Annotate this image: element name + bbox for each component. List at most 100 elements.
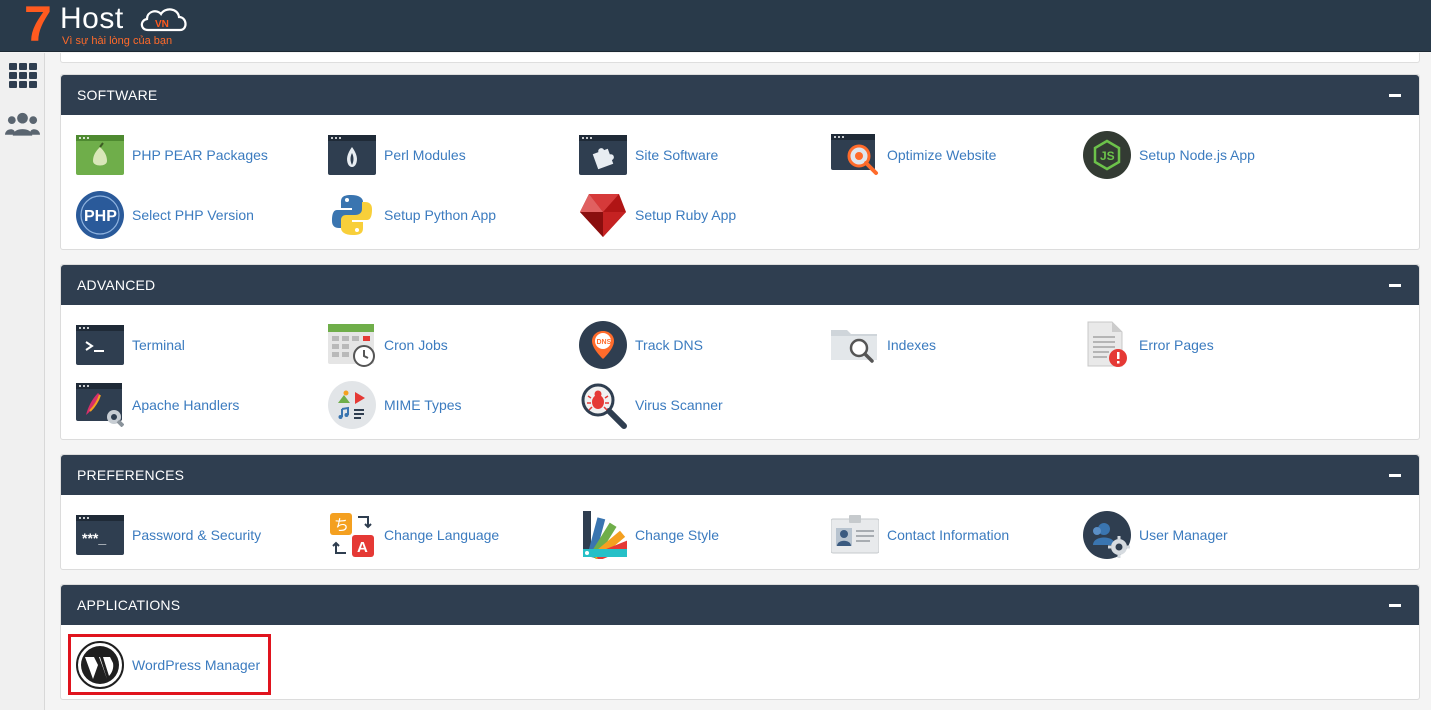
item-user-manager[interactable]: User Manager [1082, 510, 1228, 560]
svg-text:A: A [357, 539, 368, 556]
panel-software: SOFTWARE PHP PEAR Packages Perl Modules [60, 74, 1420, 250]
php-version-icon: PHP [75, 190, 125, 240]
item-perl-modules[interactable]: Perl Modules [327, 130, 466, 180]
change-style-icon [578, 510, 628, 560]
panel-preferences: PREFERENCES ***_ Password & Security ちA … [60, 454, 1420, 570]
track-dns-icon: DNS [578, 320, 628, 370]
item-label: Virus Scanner [635, 397, 723, 413]
item-label: Optimize Website [887, 147, 997, 163]
item-label: PHP PEAR Packages [132, 147, 268, 163]
item-error-pages[interactable]: Error Pages [1082, 320, 1214, 370]
svg-text:PHP: PHP [84, 208, 117, 225]
panel-header-preferences[interactable]: PREFERENCES [61, 455, 1419, 495]
logo-tagline: Vì sự hài lòng của bạn [62, 35, 173, 47]
site-software-icon [578, 130, 628, 180]
apache-handlers-icon [75, 380, 125, 430]
item-label: Select PHP Version [132, 207, 254, 223]
terminal-icon [75, 320, 125, 370]
svg-text:JS: JS [1100, 149, 1115, 163]
logo-number: 7 [24, 0, 52, 52]
item-label: Contact Information [887, 527, 1010, 543]
item-label: Error Pages [1139, 337, 1214, 353]
collapse-button[interactable] [1387, 597, 1403, 613]
minus-icon [1389, 603, 1401, 607]
mime-types-icon [327, 380, 377, 430]
item-label: Setup Ruby App [635, 207, 737, 223]
cloud-icon: VN [140, 8, 187, 32]
item-label: Terminal [132, 337, 185, 353]
item-label: Cron Jobs [384, 337, 448, 353]
item-indexes[interactable]: Indexes [830, 320, 936, 370]
item-mime-types[interactable]: MIME Types [327, 380, 462, 430]
minus-icon [1389, 283, 1401, 287]
panel-header-software[interactable]: SOFTWARE [61, 75, 1419, 115]
item-label: Indexes [887, 337, 937, 353]
minus-icon [1389, 473, 1401, 477]
contact-information-icon [830, 510, 880, 560]
panel-title: ADVANCED [77, 277, 156, 293]
item-label: Setup Python App [384, 207, 497, 223]
item-contact-information[interactable]: Contact Information [830, 510, 1009, 560]
ruby-icon [578, 190, 628, 240]
item-apache-handlers[interactable]: Apache Handlers [75, 380, 239, 430]
item-setup-python-app[interactable]: Setup Python App [327, 190, 496, 240]
logo-badge: VN [155, 19, 169, 30]
optimize-website-icon [830, 130, 880, 180]
php-pear-icon [75, 130, 125, 180]
highlight-box [68, 634, 271, 695]
item-virus-scanner[interactable]: Virus Scanner [578, 380, 723, 430]
item-label: Apache Handlers [132, 397, 240, 413]
item-label: Password & Security [132, 527, 262, 543]
panel-advanced: ADVANCED Terminal Cron Jobs DNS Track DN… [60, 264, 1420, 440]
users-icon[interactable] [5, 109, 40, 139]
minus-icon [1389, 93, 1401, 97]
svg-text:DNS: DNS [597, 339, 612, 346]
item-select-php-version[interactable]: PHP Select PHP Version [75, 190, 254, 240]
item-change-style[interactable]: Change Style [578, 510, 719, 560]
grid-icon[interactable] [5, 61, 40, 91]
top-bar: 7 Host VN Vì sự hài lòng của bạn [0, 0, 1431, 52]
item-label: Change Language [384, 527, 500, 543]
item-track-dns[interactable]: DNS Track DNS [578, 320, 703, 370]
panel-title: APPLICATIONS [77, 597, 181, 613]
panel-applications: APPLICATIONS WordPress Manager [60, 584, 1420, 700]
item-setup-ruby-app[interactable]: Setup Ruby App [578, 190, 736, 240]
item-label: Setup Node.js App [1139, 147, 1255, 163]
panel-title: PREFERENCES [77, 467, 185, 483]
brand-logo[interactable]: 7 Host VN Vì sự hài lòng của bạn [0, 0, 200, 52]
indexes-icon [830, 320, 880, 370]
collapse-button[interactable] [1387, 87, 1403, 103]
perl-modules-icon [327, 130, 377, 180]
svg-text:ち: ち [334, 516, 349, 534]
logo-name: Host [60, 2, 124, 35]
collapse-button[interactable] [1387, 467, 1403, 483]
panel-header-applications[interactable]: APPLICATIONS [61, 585, 1419, 625]
item-site-software[interactable]: Site Software [578, 130, 718, 180]
item-php-pear-packages[interactable]: PHP PEAR Packages [75, 130, 268, 180]
virus-scanner-icon [578, 380, 628, 430]
password-security-icon: ***_ [75, 510, 125, 560]
collapse-button[interactable] [1387, 277, 1403, 293]
item-change-language[interactable]: ちA Change Language [327, 510, 499, 560]
panel-header-advanced[interactable]: ADVANCED [61, 265, 1419, 305]
item-optimize-website[interactable]: Optimize Website [830, 130, 996, 180]
item-label: User Manager [1139, 527, 1228, 543]
cron-jobs-icon [327, 320, 377, 370]
svg-text:***_: ***_ [82, 530, 106, 546]
main-content: SOFTWARE PHP PEAR Packages Perl Modules [46, 53, 1431, 710]
error-pages-icon [1082, 320, 1132, 370]
item-label: Change Style [635, 527, 720, 543]
change-language-icon: ちA [327, 510, 377, 560]
item-cron-jobs[interactable]: Cron Jobs [327, 320, 448, 370]
item-label: Track DNS [635, 337, 703, 353]
item-terminal[interactable]: Terminal [75, 320, 185, 370]
item-setup-nodejs-app[interactable]: JS Setup Node.js App [1082, 130, 1255, 180]
item-label: Site Software [635, 147, 719, 163]
item-label: MIME Types [384, 397, 462, 413]
item-password-security[interactable]: ***_ Password & Security [75, 510, 261, 560]
panel-title: SOFTWARE [77, 87, 158, 103]
user-manager-icon [1082, 510, 1132, 560]
sidebar [0, 53, 45, 710]
nodejs-icon: JS [1082, 130, 1132, 180]
python-icon [327, 190, 377, 240]
